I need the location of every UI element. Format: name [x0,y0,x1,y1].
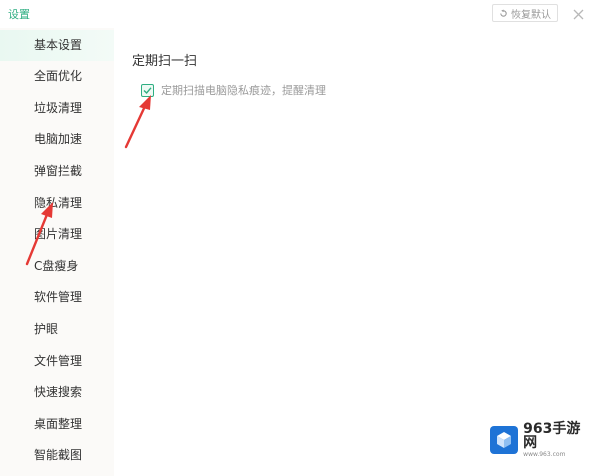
sidebar-item-basic-settings[interactable]: 基本设置 [0,30,114,61]
cube-logo-icon [490,426,519,454]
sidebar-item-image-cleanup[interactable]: 图片清理 [0,219,114,250]
scheduled-scan-label: 定期扫描电脑隐私痕迹，提醒清理 [161,84,326,97]
sidebar-item-privacy-cleanup[interactable]: 隐私清理 [0,188,114,219]
sidebar-item-c-drive-slim[interactable]: C盘瘦身 [0,251,114,282]
sidebar-item-eye-care[interactable]: 护眼 [0,314,114,345]
sidebar-item-pc-boost[interactable]: 电脑加速 [0,124,114,155]
scheduled-scan-option[interactable]: 定期扫描电脑隐私痕迹，提醒清理 [141,82,326,98]
restore-defaults-label: 恢复默认 [511,9,551,21]
title-bar: 设置 恢复默认 [0,0,596,28]
settings-content: 定期扫一扫 定期扫描电脑隐私痕迹，提醒清理 [114,28,596,476]
site-watermark: 963手游网 www.963.com [490,421,590,458]
sidebar-item-software-manager[interactable]: 软件管理 [0,282,114,313]
watermark-url: www.963.com [523,451,566,458]
sidebar-item-full-optimization[interactable]: 全面优化 [0,61,114,92]
restore-defaults-button[interactable]: 恢复默认 [492,4,558,22]
restore-icon [500,8,507,17]
close-button[interactable] [568,4,588,24]
window-title: 设置 [8,8,30,21]
sidebar-item-file-manager[interactable]: 文件管理 [0,346,114,377]
close-icon [573,9,583,19]
sidebar-item-smart-screenshot[interactable]: 智能截图 [0,440,114,471]
section-title: 定期扫一扫 [132,54,198,69]
scheduled-scan-checkbox[interactable] [141,83,154,97]
sidebar-item-junk-cleanup[interactable]: 垃圾清理 [0,93,114,124]
settings-sidebar: 基本设置 全面优化 垃圾清理 电脑加速 弹窗拦截 隐私清理 图片清理 C盘瘦身 … [0,28,114,476]
checkmark-icon [143,86,152,94]
sidebar-item-quick-search[interactable]: 快速搜索 [0,377,114,408]
sidebar-item-desktop-organizer[interactable]: 桌面整理 [0,409,114,440]
watermark-brand: 963手游网 [523,421,581,451]
sidebar-item-popup-blocker[interactable]: 弹窗拦截 [0,156,114,187]
